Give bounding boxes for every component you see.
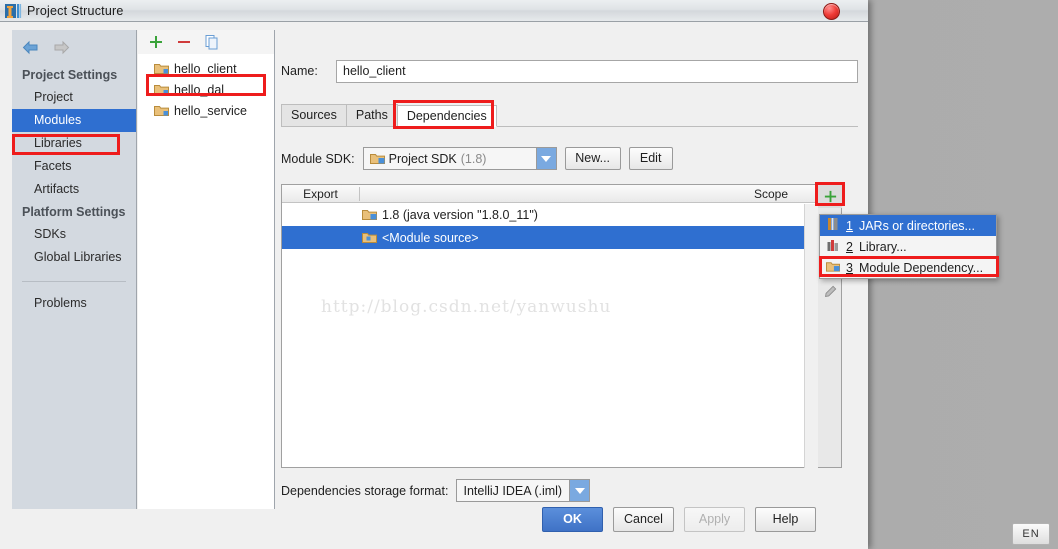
navigation-arrows xyxy=(12,30,136,64)
module-editor-pane: Name: hello_client Sources Paths Depende… xyxy=(281,30,999,509)
menu-item-number: 1 xyxy=(846,218,853,233)
storage-format-value: IntelliJ IDEA (.iml) xyxy=(463,483,563,498)
dependencies-table-wrap: Export Scope 1.8 (java version "1.8.0_11… xyxy=(281,182,999,468)
menu-item-number: 2 xyxy=(846,239,853,254)
column-header-scope[interactable]: Scope xyxy=(727,187,815,201)
sidebar-item-global-libraries[interactable]: Global Libraries xyxy=(12,246,136,269)
chevron-down-icon[interactable] xyxy=(535,148,556,169)
edit-sdk-button-label: Edit xyxy=(639,151,662,165)
sidebar-item-libraries[interactable]: Libraries xyxy=(12,132,136,155)
module-folder-icon xyxy=(826,260,840,276)
sidebar-item-artifacts[interactable]: Artifacts xyxy=(12,178,136,201)
list-item-label: hello_dal xyxy=(174,82,225,97)
project-structure-dialog: Project Structure Project Settings Proje… xyxy=(0,0,999,549)
intellij-idea-icon xyxy=(4,3,22,19)
module-list: hello_client hello_dal hello_service xyxy=(138,54,274,121)
library-icon xyxy=(826,238,840,255)
modules-toolbar xyxy=(138,30,274,54)
table-row[interactable]: <Module source> xyxy=(282,226,815,249)
arrow-left-icon[interactable] xyxy=(22,40,40,55)
menu-item-jars-or-directories[interactable]: 1 JARs or directories... xyxy=(820,215,996,236)
copy-module-button[interactable] xyxy=(204,34,220,50)
dependencies-table: Export Scope 1.8 (java version "1.8.0_11… xyxy=(281,184,816,468)
add-module-button[interactable] xyxy=(148,34,164,50)
add-dependency-popup-menu: 1 JARs or directories... 2 Library... 3 … xyxy=(819,214,997,279)
module-sdk-label: Module SDK: xyxy=(281,151,355,166)
sidebar-item-facets[interactable]: Facets xyxy=(12,155,136,178)
module-sdk-name: Project SDK xyxy=(388,151,457,166)
title-bar: Project Structure xyxy=(0,0,868,22)
sidebar-item-project[interactable]: Project xyxy=(12,86,136,109)
list-item-label: hello_service xyxy=(174,103,247,118)
add-dependency-button[interactable] xyxy=(818,185,842,208)
new-sdk-button[interactable]: New... xyxy=(564,147,621,170)
module-folder-icon xyxy=(154,83,169,96)
module-source-folder-icon xyxy=(362,231,377,244)
remove-module-button[interactable] xyxy=(176,34,192,50)
watermark-text: http://blog.csdn.net/yanwushu xyxy=(321,297,612,317)
apply-button: Apply xyxy=(684,507,745,532)
module-sdk-version: (1.8) xyxy=(460,151,487,166)
menu-item-label: Library... xyxy=(858,239,907,254)
menu-item-number: 3 xyxy=(846,260,853,275)
menu-item-module-dependency[interactable]: 3 Module Dependency... xyxy=(820,257,996,278)
sidebar-item-problems[interactable]: Problems xyxy=(12,292,136,315)
table-row[interactable]: 1.8 (java version "1.8.0_11") xyxy=(282,203,815,226)
close-icon[interactable] xyxy=(823,3,840,20)
module-sdk-select[interactable]: Project SDK (1.8) xyxy=(362,147,557,170)
column-header-export[interactable]: Export xyxy=(282,186,360,201)
tab-sources[interactable]: Sources xyxy=(281,104,347,126)
modules-list-panel: hello_client hello_dal hello_service xyxy=(138,30,275,509)
sidebar-divider xyxy=(22,281,126,282)
dialog-button-row: OK Cancel Apply Help xyxy=(542,507,816,532)
table-vertical-scrollbar[interactable] xyxy=(804,204,816,468)
tab-paths[interactable]: Paths xyxy=(345,104,398,126)
list-item[interactable]: hello_dal xyxy=(138,79,274,100)
module-sdk-value: Project SDK (1.8) xyxy=(364,152,536,166)
sidebar-item-sdks[interactable]: SDKs xyxy=(12,223,136,246)
table-header-row: Export Scope xyxy=(282,185,815,203)
arrow-right-icon[interactable] xyxy=(52,40,70,55)
window-title: Project Structure xyxy=(27,3,124,18)
sidebar-item-modules[interactable]: Modules xyxy=(12,109,136,132)
new-sdk-button-label: New... xyxy=(575,151,611,165)
chevron-down-icon[interactable] xyxy=(569,480,590,501)
edit-dependency-button[interactable] xyxy=(818,280,842,303)
edit-sdk-button[interactable]: Edit xyxy=(628,147,673,170)
list-item-label: hello_client xyxy=(174,61,237,76)
tab-dependencies[interactable]: Dependencies xyxy=(396,105,497,127)
dialog-footer: OK Cancel Apply Help xyxy=(0,499,868,549)
dialog-body: Project Settings Project Modules Librari… xyxy=(0,22,999,549)
sdk-folder-icon xyxy=(369,152,385,165)
table-cell-name: <Module source> xyxy=(382,230,479,245)
list-item[interactable]: hello_client xyxy=(138,58,274,79)
name-row: Name: hello_client xyxy=(281,58,858,84)
menu-item-label: JARs or directories... xyxy=(858,218,975,233)
module-sdk-row: Module SDK: Project SDK (1.8) New... Edi… xyxy=(281,146,858,171)
jdk-folder-icon xyxy=(362,208,377,221)
ok-button[interactable]: OK xyxy=(542,507,603,532)
table-cell-name: 1.8 (java version "1.8.0_11") xyxy=(382,207,538,222)
name-input[interactable]: hello_client xyxy=(336,59,858,83)
list-item[interactable]: hello_service xyxy=(138,100,274,121)
jars-icon xyxy=(826,217,840,234)
settings-sidebar: Project Settings Project Modules Librari… xyxy=(12,30,137,509)
storage-format-label: Dependencies storage format: xyxy=(281,483,449,498)
menu-item-label: Module Dependency... xyxy=(858,260,984,275)
module-folder-icon xyxy=(154,62,169,75)
language-indicator[interactable]: EN xyxy=(1012,523,1050,545)
menu-item-library[interactable]: 2 Library... xyxy=(820,236,996,257)
help-button[interactable]: Help xyxy=(755,507,816,532)
cancel-button[interactable]: Cancel xyxy=(613,507,674,532)
module-folder-icon xyxy=(154,104,169,117)
sidebar-group-project-settings: Project Settings xyxy=(22,68,118,82)
name-label: Name: xyxy=(281,64,318,78)
editor-tabs: Sources Paths Dependencies xyxy=(281,103,858,127)
sidebar-group-platform-settings: Platform Settings xyxy=(22,205,126,219)
